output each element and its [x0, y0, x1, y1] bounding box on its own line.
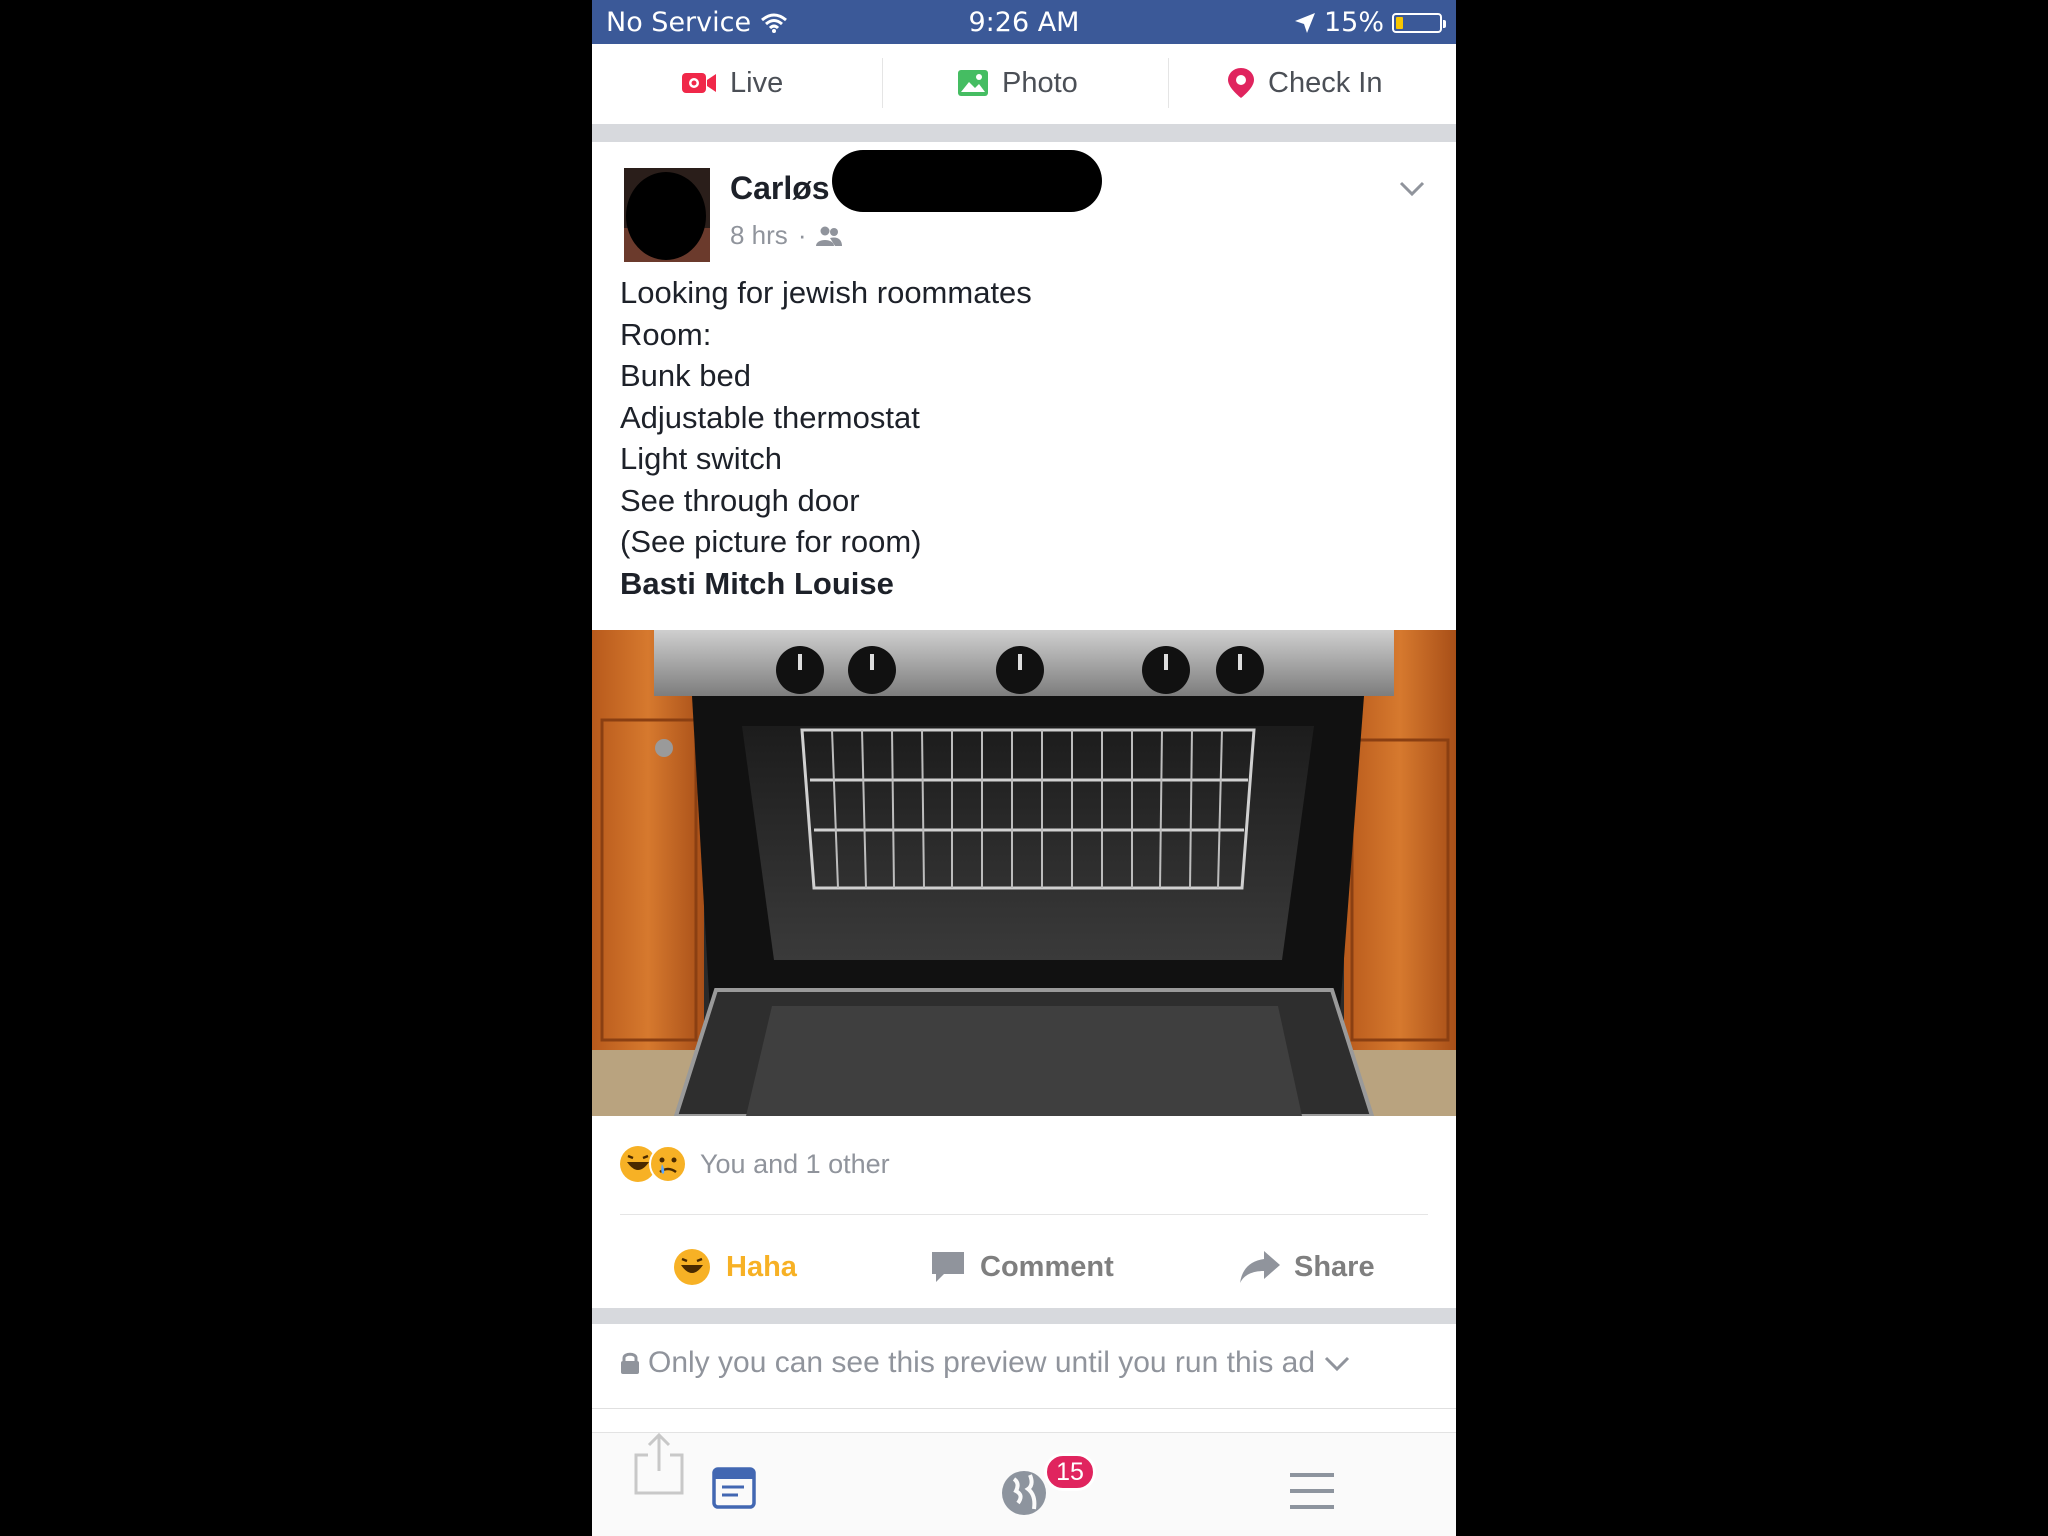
photo-button[interactable]: Photo	[958, 58, 1078, 108]
live-button[interactable]: Live	[682, 58, 783, 108]
chevron-down-icon	[1324, 1356, 1350, 1372]
location-arrow-icon	[1294, 13, 1315, 33]
avatar[interactable]	[624, 168, 710, 262]
post-line: See through door	[620, 482, 860, 518]
reaction-text: You and 1 other	[700, 1148, 890, 1179]
share-label: Share	[1294, 1250, 1375, 1283]
live-label: Live	[730, 66, 784, 99]
share-arrow-icon	[1240, 1251, 1280, 1283]
chevron-down-icon[interactable]	[1398, 174, 1426, 202]
share-tray-icon[interactable]	[632, 1431, 686, 1497]
post-line: Adjustable thermostat	[620, 399, 920, 435]
location-pin-icon	[1228, 68, 1254, 98]
status-bar: No Service 9:26 AM 15%	[592, 0, 1456, 44]
ad-preview-text: Only you can see this preview until you …	[648, 1346, 1316, 1379]
post-meta: 8 hrs ·	[730, 220, 843, 251]
notifications-globe-icon[interactable]	[1000, 1469, 1048, 1517]
post-line: Looking for jewish roommates	[620, 275, 1032, 310]
notification-badge: 15	[1044, 1453, 1096, 1491]
phone-screen: No Service 9:26 AM 15% Live Photo Check …	[592, 0, 1456, 1536]
comment-button[interactable]: Comment	[930, 1240, 1114, 1294]
photo-label: Photo	[1002, 66, 1078, 99]
status-right: 15%	[1294, 6, 1446, 40]
post-line: Room:	[620, 316, 712, 352]
tab-bar: 15	[592, 1432, 1456, 1536]
author-name[interactable]: Carløs	[730, 170, 830, 207]
feed-separator	[592, 124, 1456, 142]
feed-post: Carløs 8 hrs · Looking for jewish roomma…	[592, 142, 1456, 1308]
redaction-mark	[831, 150, 1102, 212]
share-button[interactable]: Share	[1240, 1240, 1375, 1294]
post-line: (See picture for room)	[620, 524, 922, 559]
battery-percent: 15%	[1323, 7, 1384, 38]
meta-separator: ·	[797, 220, 807, 250]
haha-label: Haha	[726, 1250, 797, 1283]
haha-button[interactable]: Haha	[672, 1240, 797, 1294]
news-feed-icon[interactable]	[712, 1467, 756, 1509]
comment-icon	[932, 1252, 964, 1282]
friends-audience-icon	[816, 226, 843, 246]
post-body: Looking for jewish roommates Room: Bunk …	[620, 272, 1032, 604]
battery-icon	[1392, 13, 1446, 33]
battery-level	[1396, 17, 1403, 29]
post-time[interactable]: 8 hrs	[730, 220, 788, 251]
composer-actions: Live Photo Check In	[592, 44, 1456, 124]
checkin-label: Check In	[1268, 66, 1383, 99]
divider	[882, 58, 883, 108]
ad-preview-notice[interactable]: Only you can see this preview until you …	[592, 1324, 1456, 1409]
post-photo[interactable]	[592, 630, 1456, 1116]
live-video-icon	[682, 73, 716, 93]
photo-icon	[958, 70, 988, 96]
divider	[620, 1214, 1428, 1215]
post-line: Bunk bed	[620, 358, 751, 393]
feed-separator	[592, 1308, 1456, 1324]
haha-reaction-icon	[620, 1145, 687, 1183]
post-line: Light switch	[620, 441, 782, 476]
tagged-people[interactable]: Basti Mitch Louise	[620, 563, 1032, 605]
haha-icon	[674, 1249, 710, 1285]
divider	[1168, 58, 1169, 108]
checkin-button[interactable]: Check In	[1228, 58, 1382, 108]
menu-icon[interactable]	[1288, 1471, 1336, 1511]
lock-icon	[621, 1352, 639, 1374]
comment-label: Comment	[980, 1250, 1114, 1283]
reaction-summary[interactable]: You and 1 other	[618, 1144, 890, 1184]
author-row: Carløs	[730, 150, 1102, 212]
